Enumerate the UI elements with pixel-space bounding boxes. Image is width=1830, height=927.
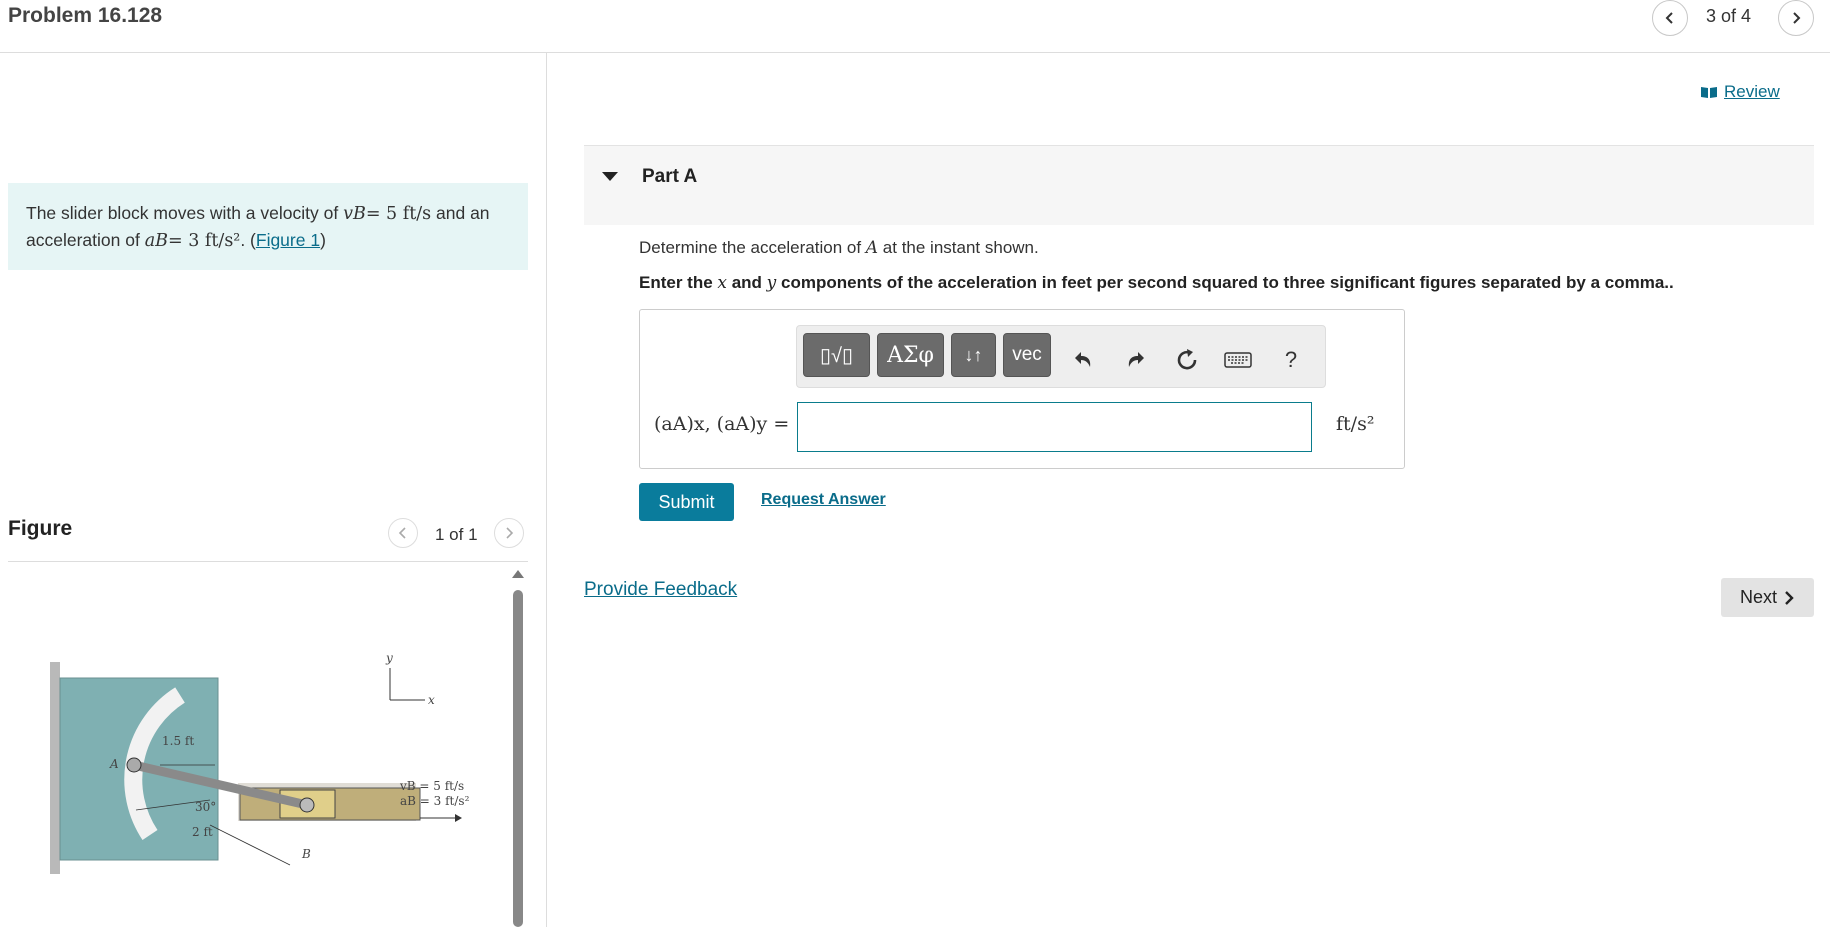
problem-text-after: . ( [240, 230, 256, 250]
answer-input[interactable] [797, 402, 1312, 452]
book-icon [1701, 87, 1717, 98]
reset-icon[interactable] [1171, 344, 1203, 376]
figure-scrollbar[interactable] [513, 590, 523, 927]
instruction-x: x [717, 273, 727, 293]
problem-text-close: ) [320, 230, 326, 250]
instruction-suffix: components of the acceleration in feet p… [776, 273, 1674, 292]
help-button[interactable]: ? [1275, 344, 1307, 376]
figure-divider [8, 561, 528, 562]
pin-a [126, 757, 142, 773]
question-prefix: Determine the acceleration of [639, 238, 866, 257]
equation-label: (aA)x, (aA)y = [654, 413, 790, 435]
templates-button[interactable]: ▯√▯ [803, 333, 870, 377]
vb-value: = 5 ft/s [365, 204, 432, 224]
chevron-right-icon [506, 527, 514, 539]
length-label: 2 ft [192, 825, 213, 839]
y-axis-label: y [385, 651, 393, 665]
scroll-up-arrow-icon[interactable] [512, 570, 524, 578]
chevron-left-icon [398, 527, 406, 539]
request-answer-link[interactable]: Request Answer [761, 491, 886, 509]
question-suffix: at the instant shown. [878, 238, 1039, 257]
chevron-right-icon [1785, 590, 1794, 605]
instruction-and: and [727, 273, 767, 292]
provide-feedback-link[interactable]: Provide Feedback [584, 579, 737, 601]
keyboard-icon[interactable] [1222, 344, 1254, 376]
x-axis-label: x [428, 693, 435, 707]
unit-label: ft/s² [1336, 413, 1375, 435]
figure-heading: Figure [8, 517, 73, 540]
next-problem-button[interactable] [1778, 0, 1814, 36]
greek-symbols-button[interactable]: ΑΣφ [877, 333, 944, 377]
figure-next-button[interactable] [494, 518, 524, 548]
previous-problem-button[interactable] [1652, 0, 1688, 36]
figure-link[interactable]: Figure 1 [256, 230, 320, 250]
submit-button[interactable]: Submit [639, 483, 734, 521]
undo-icon[interactable] [1067, 344, 1099, 376]
vb-label: vB = 5 ft/s [399, 779, 464, 793]
instruction-prefix: Enter the [639, 273, 718, 292]
chevron-left-icon [1665, 12, 1673, 24]
mechanism-diagram: y x 1.5 ft A 30° 2 ft B vB = 5 ft/s aB =… [50, 651, 470, 874]
wall-hatch [50, 662, 60, 874]
point-a-label: A [109, 757, 119, 771]
ab-variable: aB [144, 231, 168, 251]
part-a-title: Part A [642, 166, 698, 187]
problem-statement: The slider block moves with a velocity o… [8, 183, 528, 270]
problem-title: Problem 16.128 [8, 4, 163, 27]
header-bar [0, 0, 1830, 53]
next-label: Next [1739, 587, 1777, 607]
vb-variable: vB [343, 204, 366, 224]
chevron-right-icon [1793, 12, 1801, 24]
radius-label: 1.5 ft [162, 734, 194, 748]
instruction-text: Enter the x and y components of the acce… [639, 273, 1674, 293]
collapse-triangle-icon[interactable] [602, 172, 618, 181]
ab-value: = 3 ft/s² [167, 231, 241, 251]
review-link[interactable]: Review [1700, 82, 1780, 102]
point-b-label: B [301, 847, 311, 861]
figure-pager: 1 of 1 [435, 525, 478, 544]
review-label: Review [1724, 82, 1780, 101]
figure-previous-button[interactable] [388, 518, 418, 548]
instruction-y: y [766, 273, 777, 293]
angle-label: 30° [195, 800, 216, 814]
panel-divider [546, 52, 547, 927]
vector-button[interactable]: vec [1003, 333, 1051, 377]
ab-label: aB = 3 ft/s² [400, 794, 470, 808]
redo-icon[interactable] [1120, 344, 1152, 376]
next-button[interactable]: Next [1721, 578, 1814, 617]
question-variable: A [865, 238, 879, 258]
subscript-superscript-button[interactable]: ↓↑ [951, 333, 996, 377]
problem-text: The slider block moves with a velocity o… [26, 203, 344, 223]
question-text: Determine the acceleration of A at the i… [639, 238, 1039, 258]
pin-b [299, 797, 315, 813]
problem-pager: 3 of 4 [1706, 6, 1752, 26]
part-a-header[interactable] [584, 145, 1814, 225]
